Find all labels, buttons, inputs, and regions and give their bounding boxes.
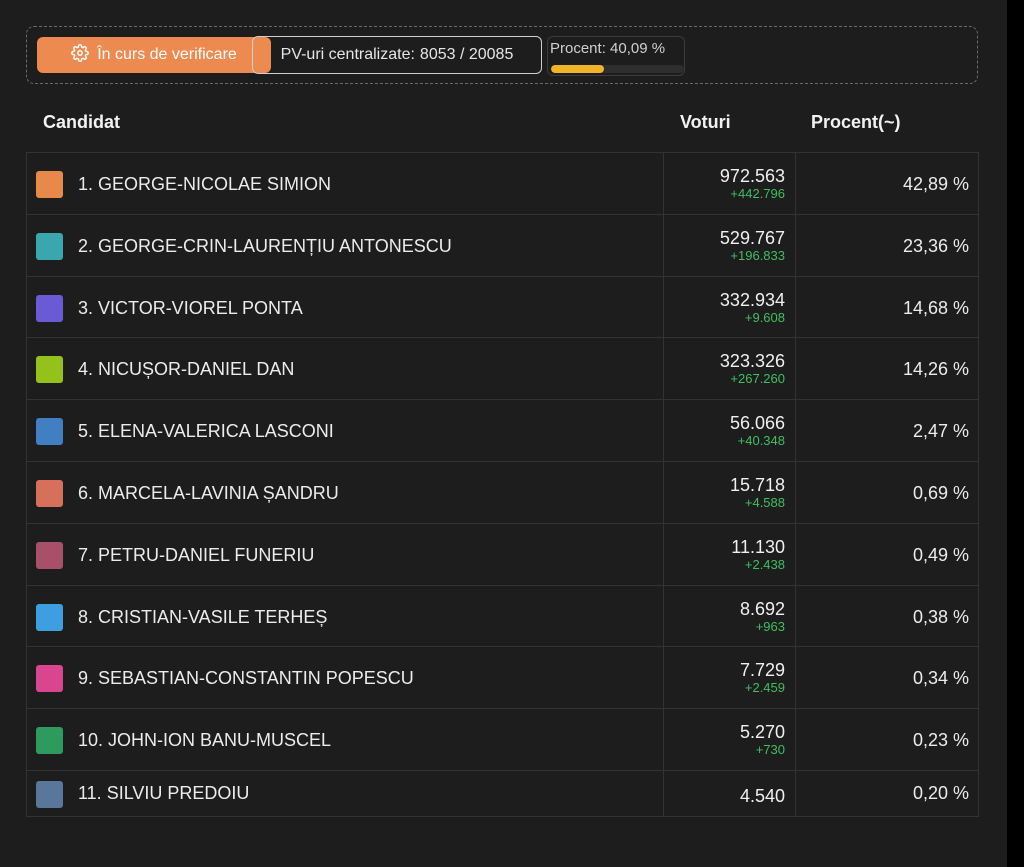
header-procent: Procent(~)	[811, 112, 901, 132]
candidate-color-swatch	[36, 171, 63, 198]
vote-percentage: 42,89 %	[902, 174, 969, 194]
pv-centralized-counter: PV-uri centralizate: 8053 / 20085	[252, 36, 542, 74]
table-row: 9. SEBASTIAN-CONSTANTIN POPESCU 7.729 +2.4…	[27, 647, 978, 710]
votes-delta: +442.796	[730, 186, 785, 201]
results-table: 1. GEORGE-NICOLAE SIMION 972.563 +442.796 4…	[26, 152, 979, 817]
candidate-color-swatch	[36, 479, 63, 507]
gear-icon	[71, 43, 90, 67]
votes-delta: +196.833	[730, 247, 785, 263]
votes-count: 529.767	[719, 227, 785, 248]
candidate-color-swatch	[36, 356, 63, 384]
votes-count: 56.066	[729, 413, 785, 434]
votes-cell: 972.563 +442.796	[720, 166, 785, 201]
status-bar: În curs de verificare PV-uri centralizat…	[26, 26, 978, 84]
votes-count: 15.718	[729, 474, 785, 495]
votes-cell: 5.270 +730	[740, 722, 785, 757]
candidate-name: 5. ELENA-VALERICA LASCONI	[78, 421, 334, 442]
votes-delta: +9.608	[744, 309, 785, 325]
votes-delta: +2.459	[744, 680, 785, 696]
votes-count: 8.692	[739, 598, 785, 619]
votes-cell: 11.130 +2.438	[731, 537, 785, 572]
table-row: 10. JOHN-ION BANU-MUSCEL 5.270 +730 0,23 %	[27, 709, 978, 771]
candidate-name: 11. SILVIU PREDOIU	[78, 782, 250, 803]
procent-progress-track	[551, 65, 684, 73]
pv-value: 8053 / 20085	[419, 46, 514, 63]
votes-cell: 7.729 +2.459	[740, 660, 785, 695]
votes-delta: +40.348	[737, 433, 785, 449]
candidate-name: 1. GEORGE-NICOLAE SIMION	[78, 174, 332, 194]
procent-progress: Procent: 40,09 %	[547, 36, 685, 76]
candidate-name: 6. MARCELA-LAVINIA ȘANDRU	[78, 482, 339, 503]
vote-percentage: 14,68 %	[902, 297, 969, 318]
table-row: 4. NICUȘOR-DANIEL DAN 323.326 +267.260 14,2…	[27, 338, 978, 401]
votes-count: 5.270	[739, 722, 785, 743]
votes-count: 332.934	[719, 289, 785, 310]
table-row: 7. PETRU-DANIEL FUNERIU 11.130 +2.438 0,49 …	[27, 524, 978, 586]
candidate-name: 4. NICUȘOR-DANIEL DAN	[78, 359, 295, 380]
results-panel: În curs de verificare PV-uri centralizat…	[0, 0, 1007, 867]
table-row: 11. SILVIU PREDOIU 4.540 0,20 %	[27, 771, 978, 817]
vote-percentage: 14,26 %	[902, 359, 969, 380]
votes-count: 7.729	[739, 660, 785, 681]
votes-cell: 323.326 +267.260	[720, 351, 785, 386]
candidate-name: 8. CRISTIAN-VASILE TERHEȘ	[78, 606, 328, 627]
candidate-name: 2. GEORGE-CRIN-LAURENȚIU ANTONESCU	[78, 235, 452, 256]
table-header: Candidat Voturi Procent(~)	[0, 112, 1007, 136]
vote-percentage: 0,20 %	[912, 782, 969, 803]
procent-progress-fill	[551, 65, 605, 73]
vote-percentage: 2,47 %	[912, 421, 969, 442]
verification-status-button[interactable]: În curs de verificare	[37, 37, 271, 73]
votes-delta: +2.438	[744, 556, 785, 572]
table-row: 1. GEORGE-NICOLAE SIMION 972.563 +442.796 4…	[27, 153, 978, 215]
table-row: 3. VICTOR-VIOREL PONTA 332.934 +9.608 14,68…	[27, 277, 978, 339]
votes-count: 4.540	[739, 785, 785, 806]
votes-delta: +963	[755, 618, 785, 634]
votes-count: 972.563	[719, 166, 785, 186]
votes-cell: 56.066 +40.348	[730, 413, 785, 448]
vote-percentage: 0,23 %	[912, 730, 969, 751]
votes-cell: 529.767 +196.833	[720, 228, 785, 263]
votes-count: 11.130	[731, 536, 785, 557]
candidate-color-swatch	[36, 294, 63, 322]
header-candidat: Candidat	[43, 112, 121, 132]
votes-delta: +267.260	[730, 371, 785, 387]
table-row: 2. GEORGE-CRIN-LAURENȚIU ANTONESCU 529.76…	[27, 215, 978, 277]
candidate-name: 7. PETRU-DANIEL FUNERIU	[78, 544, 315, 565]
votes-cell: 15.718 +4.588	[730, 475, 785, 510]
votes-cell: 4.540	[740, 786, 785, 806]
vote-percentage: 0,38 %	[912, 606, 969, 627]
votes-count: 323.326	[719, 351, 785, 372]
candidate-color-swatch	[36, 727, 63, 755]
candidate-color-swatch	[36, 665, 63, 693]
candidate-name: 9. SEBASTIAN-CONSTANTIN POPESCU	[78, 668, 414, 689]
votes-cell: 8.692 +963	[740, 599, 785, 634]
header-voturi: Voturi	[680, 112, 731, 132]
candidate-name: 3. VICTOR-VIOREL PONTA	[78, 297, 303, 318]
vote-percentage: 23,36 %	[902, 235, 969, 256]
table-row: 5. ELENA-VALERICA LASCONI 56.066 +40.348 2,…	[27, 400, 978, 462]
vote-percentage: 0,69 %	[912, 482, 969, 503]
procent-label: Procent: 40,09 %	[550, 40, 666, 57]
candidate-color-swatch	[36, 232, 63, 260]
vote-percentage: 0,34 %	[912, 668, 969, 689]
votes-cell: 332.934 +9.608	[720, 290, 785, 325]
table-row: 6. MARCELA-LAVINIA ȘANDRU 15.718 +4.588 0,6…	[27, 462, 978, 524]
candidate-color-swatch	[36, 780, 63, 808]
vote-percentage: 0,49 %	[912, 544, 969, 565]
table-row: 8. CRISTIAN-VASILE TERHEȘ 8.692 +963 0,38 %	[27, 586, 978, 648]
votes-delta: +730	[755, 742, 785, 758]
candidate-name: 10. JOHN-ION BANU-MUSCEL	[78, 730, 332, 751]
candidate-color-swatch	[36, 541, 63, 569]
pv-label: PV-uri centralizate:	[280, 46, 415, 63]
verification-status-label: În curs de verificare	[97, 46, 237, 63]
candidate-color-swatch	[36, 603, 63, 631]
candidate-color-swatch	[36, 418, 63, 446]
votes-delta: +4.588	[744, 494, 785, 510]
